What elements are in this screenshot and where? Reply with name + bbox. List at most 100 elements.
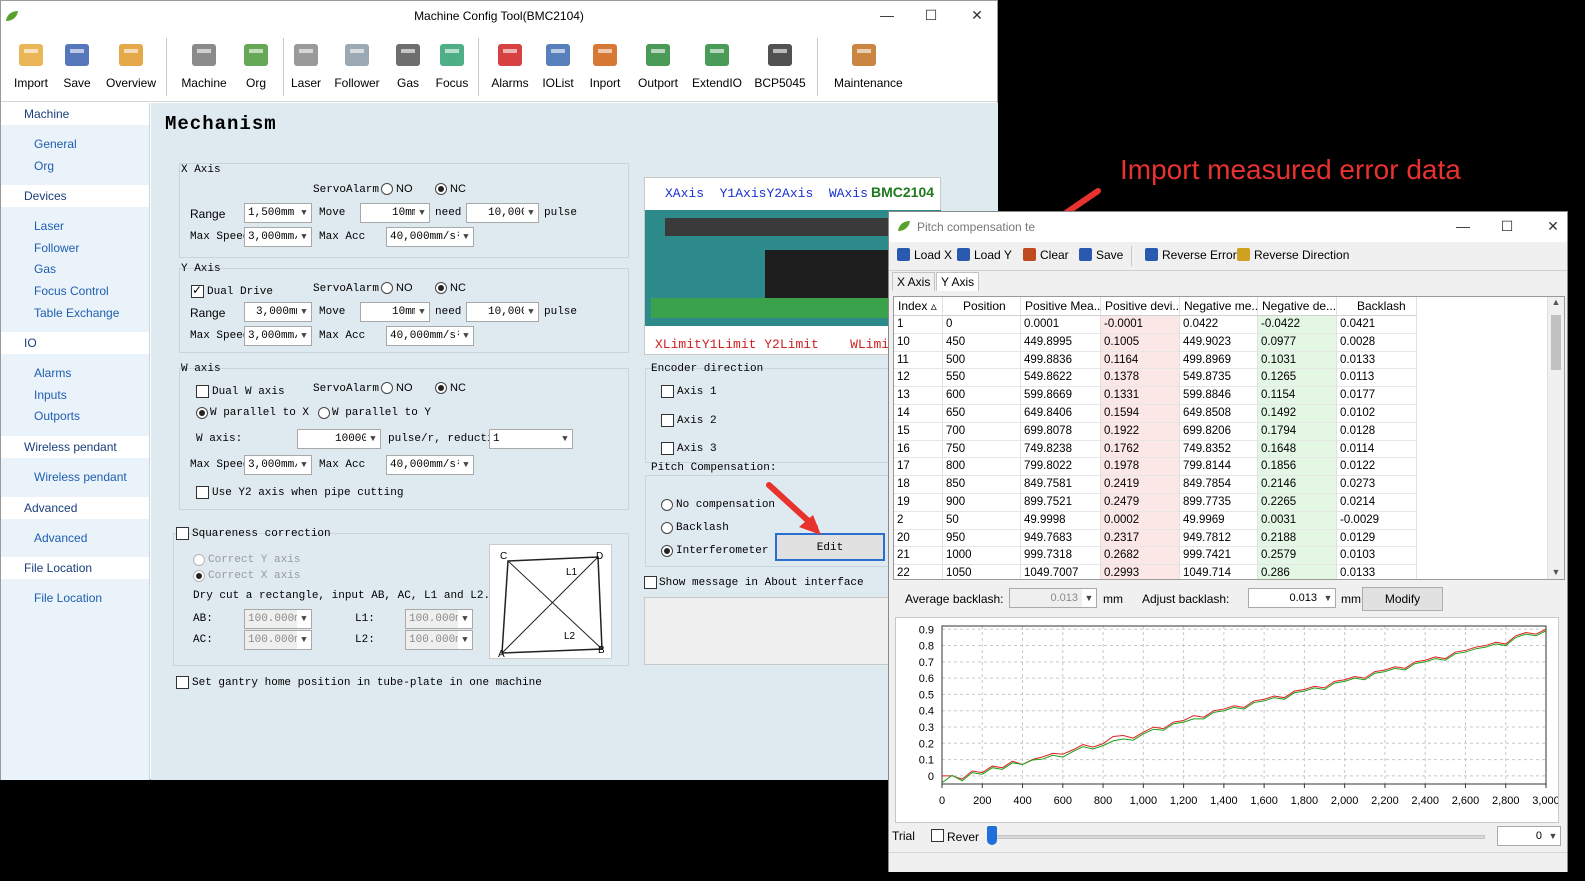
modify-button[interactable]: Modify	[1362, 587, 1443, 611]
toolbar-machine-button[interactable]: Machine	[174, 38, 234, 90]
table-cell[interactable]: 899.7735	[1180, 494, 1258, 512]
table-cell[interactable]: 19	[894, 494, 943, 512]
y-max-acc-select[interactable]: 40,000mm/s² ▼	[386, 326, 474, 346]
table-cell[interactable]: 1	[894, 316, 943, 334]
table-cell[interactable]: 649.8508	[1180, 405, 1258, 423]
ab-input[interactable]: 100.000m ▼	[244, 609, 312, 629]
pitch-reverse-error-button[interactable]: Reverse Error	[1145, 248, 1237, 262]
table-cell[interactable]: 0	[943, 316, 1021, 334]
table-cell[interactable]: 0.2579	[1258, 547, 1337, 566]
x-need-select[interactable]: 10,000 ▼	[466, 203, 539, 223]
sidebar-item-file-location[interactable]: File Location	[1, 588, 149, 610]
table-cell[interactable]: 21	[894, 547, 943, 566]
table-cell[interactable]: 0.2419	[1101, 476, 1180, 494]
sidebar-header-wireless-pendant[interactable]: Wireless pendant	[1, 435, 149, 458]
minimize-button[interactable]: —	[877, 7, 897, 25]
sidebar-item-general[interactable]: General	[1, 134, 149, 156]
w-parallel-x-radio[interactable]	[196, 407, 208, 419]
table-cell[interactable]: 0.2479	[1101, 494, 1180, 512]
sidebar-item-focus-control[interactable]: Focus Control	[1, 281, 149, 303]
sidebar-item-follower[interactable]: Follower	[1, 238, 149, 260]
toolbar-bcp5045-button[interactable]: BCP5045	[750, 38, 810, 90]
x-move-select[interactable]: 10mm ▼	[360, 203, 430, 223]
scroll-down-icon[interactable]: ▼	[1548, 567, 1564, 577]
table-cell[interactable]: 0.1164	[1101, 351, 1180, 370]
table-cell[interactable]: 550	[943, 369, 1021, 388]
encoder-axis3-checkbox[interactable]	[661, 442, 674, 455]
table-cell[interactable]: 0.0028	[1337, 333, 1417, 352]
table-cell[interactable]: 0.0422	[1180, 316, 1258, 334]
table-cell[interactable]: 0.1031	[1258, 351, 1337, 370]
table-cell[interactable]: 0.0129	[1337, 529, 1417, 548]
x-servo-nc-radio[interactable]	[435, 183, 447, 195]
table-cell[interactable]: 0.2993	[1101, 565, 1180, 579]
use-y2-checkbox[interactable]	[196, 486, 209, 499]
toolbar-extendio-button[interactable]: ExtendIO	[687, 38, 747, 90]
table-scrollbar[interactable]: ▲ ▼	[1547, 297, 1564, 579]
table-cell[interactable]: 20	[894, 529, 943, 548]
table-cell[interactable]: 0.0177	[1337, 387, 1417, 405]
rever-checkbox[interactable]	[931, 829, 944, 842]
pitch-close-button[interactable]: ✕	[1543, 218, 1563, 236]
pitch-reverse-direction-button[interactable]: Reverse Direction	[1237, 248, 1349, 262]
table-cell[interactable]: 0.0273	[1337, 476, 1417, 494]
table-cell[interactable]: 749.8238	[1021, 440, 1101, 459]
table-cell[interactable]: 0.1762	[1101, 440, 1180, 459]
l2-input[interactable]: 100.000m ▼	[405, 630, 473, 650]
table-cell[interactable]: 499.8836	[1021, 351, 1101, 370]
scroll-up-icon[interactable]: ▲	[1548, 297, 1564, 307]
sidebar-header-file-location[interactable]: File Location	[1, 557, 149, 580]
table-cell[interactable]: 0.2188	[1258, 529, 1337, 548]
table-cell[interactable]: 700	[943, 422, 1021, 441]
table-cell[interactable]: 450	[943, 333, 1021, 352]
pitch-load-x-button[interactable]: Load X	[897, 248, 952, 262]
y-need-select[interactable]: 10,000 ▼	[466, 302, 539, 322]
toolbar-maintenance-button[interactable]: Maintenance	[834, 38, 903, 90]
pitch-minimize-button[interactable]: —	[1453, 218, 1473, 236]
gantry-home-checkbox[interactable]	[176, 676, 189, 689]
scroll-thumb[interactable]	[1551, 315, 1561, 370]
table-cell[interactable]: 1049.7007	[1021, 565, 1101, 579]
pitch-clear-button[interactable]: Clear	[1023, 248, 1069, 262]
table-cell[interactable]: 749.8352	[1180, 440, 1258, 459]
sidebar-item-alarms[interactable]: Alarms	[1, 363, 149, 385]
table-cell[interactable]: 449.9023	[1180, 333, 1258, 352]
table-cell[interactable]: 0.0421	[1337, 316, 1417, 334]
table-cell[interactable]: 0.1922	[1101, 422, 1180, 441]
column-header[interactable]: Backlash	[1337, 297, 1417, 316]
no-compensation-radio[interactable]	[661, 499, 673, 511]
table-cell[interactable]: 0.0977	[1258, 333, 1337, 352]
interferometer-radio[interactable]	[661, 545, 673, 557]
toolbar-focus-button[interactable]: Focus	[422, 38, 482, 90]
table-cell[interactable]: 0.1005	[1101, 333, 1180, 352]
table-cell[interactable]: 0.0133	[1337, 351, 1417, 370]
table-cell[interactable]: -0.0001	[1101, 316, 1180, 334]
toolbar-overview-button[interactable]: Overview	[101, 38, 161, 90]
table-cell[interactable]: 1000	[943, 547, 1021, 566]
x-servo-no-radio[interactable]	[381, 183, 393, 195]
table-cell[interactable]: 650	[943, 405, 1021, 423]
squareness-checkbox[interactable]	[176, 527, 189, 540]
w-servo-no-radio[interactable]	[381, 382, 393, 394]
pitch-load-y-button[interactable]: Load Y	[957, 248, 1012, 262]
table-cell[interactable]: 49.9969	[1180, 511, 1258, 530]
table-cell[interactable]: -0.0029	[1337, 511, 1417, 530]
table-cell[interactable]: 849.7854	[1180, 476, 1258, 494]
table-cell[interactable]: 0.0214	[1337, 494, 1417, 512]
table-cell[interactable]: 0.1594	[1101, 405, 1180, 423]
table-cell[interactable]: 799.8144	[1180, 458, 1258, 477]
pitch-maximize-button[interactable]: ☐	[1497, 218, 1517, 236]
avg-backlash-input[interactable]: 0.013 ▼	[1009, 588, 1097, 608]
trial-value-select[interactable]: 0 ▼	[1497, 826, 1561, 846]
table-cell[interactable]: 750	[943, 440, 1021, 459]
w-max-speed-select[interactable]: 3,000mm/▼	[244, 455, 312, 475]
sidebar-header-devices[interactable]: Devices	[1, 185, 149, 208]
table-cell[interactable]: 900	[943, 494, 1021, 512]
table-cell[interactable]: 0.286	[1258, 565, 1337, 579]
table-cell[interactable]: 14	[894, 405, 943, 423]
tab-x-axis[interactable]: X Axis	[892, 272, 936, 291]
w-axis-pulse-select[interactable]: 10000 ▼	[297, 429, 381, 449]
table-cell[interactable]: 949.7683	[1021, 529, 1101, 548]
column-header[interactable]: Positive devi...	[1101, 297, 1180, 316]
table-cell[interactable]: 2	[894, 511, 943, 530]
